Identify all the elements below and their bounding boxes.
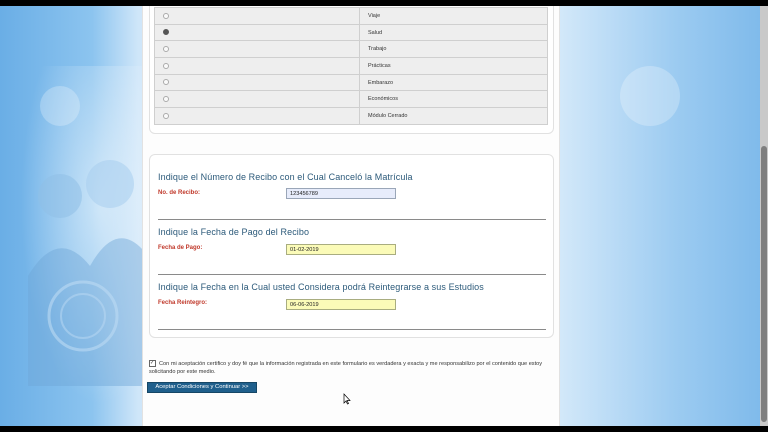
reason-radio[interactable] (163, 112, 169, 119)
reason-option-label: Salud (359, 23, 548, 42)
receipt-section-title: Indique el Número de Recibo con el Cual … (158, 172, 413, 182)
reason-option-label: Embarazo (359, 73, 548, 92)
mouse-cursor-icon (343, 393, 351, 405)
reason-option-row[interactable]: Económicos (154, 90, 548, 109)
payment-date-section-title: Indique la Fecha de Pago del Recibo (158, 227, 310, 237)
reason-option-row[interactable]: Embarazo (154, 73, 548, 92)
reason-radio[interactable] (163, 12, 169, 19)
browser-viewport: Viaje Salud Trabajo Prácticas Embarazo Económ… (0, 6, 768, 426)
radio-cell (154, 23, 360, 42)
section-divider (158, 274, 546, 275)
reason-option-row[interactable]: Salud (154, 23, 548, 42)
radio-cell (154, 40, 360, 59)
reason-radio[interactable] (163, 62, 169, 69)
receipt-input[interactable] (286, 188, 396, 199)
reason-option-label: Viaje (359, 7, 548, 25)
reason-option-row[interactable]: Trabajo (154, 40, 548, 59)
reason-panel: Viaje Salud Trabajo Prácticas Embarazo Económ… (149, 6, 554, 134)
reentry-date-section-title: Indique la Fecha en la Cual usted Consid… (158, 282, 484, 292)
radio-cell (154, 7, 360, 25)
radio-cell (154, 107, 360, 125)
consent-checkbox[interactable] (149, 359, 156, 368)
background-people-image (28, 160, 148, 386)
consent-block: Con mi aceptación certifico y doy fé que… (149, 359, 544, 376)
reason-option-row[interactable]: Viaje (154, 7, 548, 25)
reason-radio[interactable] (163, 29, 169, 36)
radio-cell (154, 73, 360, 92)
reason-option-label: Prácticas (359, 57, 548, 75)
reentry-date-input[interactable] (286, 299, 396, 310)
background-bokeh (620, 66, 680, 126)
reason-option-row[interactable]: Prácticas (154, 57, 548, 75)
reason-option-row[interactable]: Módulo Cerrado (154, 107, 548, 125)
reason-radio[interactable] (163, 79, 169, 86)
radio-cell (154, 57, 360, 75)
accept-continue-button[interactable]: Aceptar Condiciones y Continuar >> (147, 382, 257, 393)
section-divider (158, 219, 546, 220)
reason-option-label: Módulo Cerrado (359, 107, 548, 125)
payment-date-input[interactable] (286, 244, 396, 255)
reason-radio[interactable] (163, 45, 169, 52)
reentry-date-label: Fecha Reintegro: (158, 300, 208, 306)
background-bokeh (40, 86, 80, 126)
reason-option-label: Trabajo (359, 40, 548, 59)
radio-cell (154, 90, 360, 109)
details-panel: Indique el Número de Recibo con el Cual … (149, 154, 554, 338)
receipt-label: No. de Recibo: (158, 190, 201, 196)
consent-text: Con mi aceptación certifico y doy fé que… (149, 361, 543, 375)
reason-option-label: Económicos (359, 90, 548, 109)
form-page: Viaje Salud Trabajo Prácticas Embarazo Económ… (142, 6, 560, 426)
section-divider (158, 329, 546, 330)
vertical-scrollbar[interactable] (760, 6, 768, 426)
payment-date-label: Fecha de Pago: (158, 245, 203, 251)
reason-options-table: Viaje Salud Trabajo Prácticas Embarazo Económ… (154, 7, 548, 125)
scrollbar-thumb[interactable] (761, 146, 767, 422)
reason-radio[interactable] (163, 96, 169, 103)
